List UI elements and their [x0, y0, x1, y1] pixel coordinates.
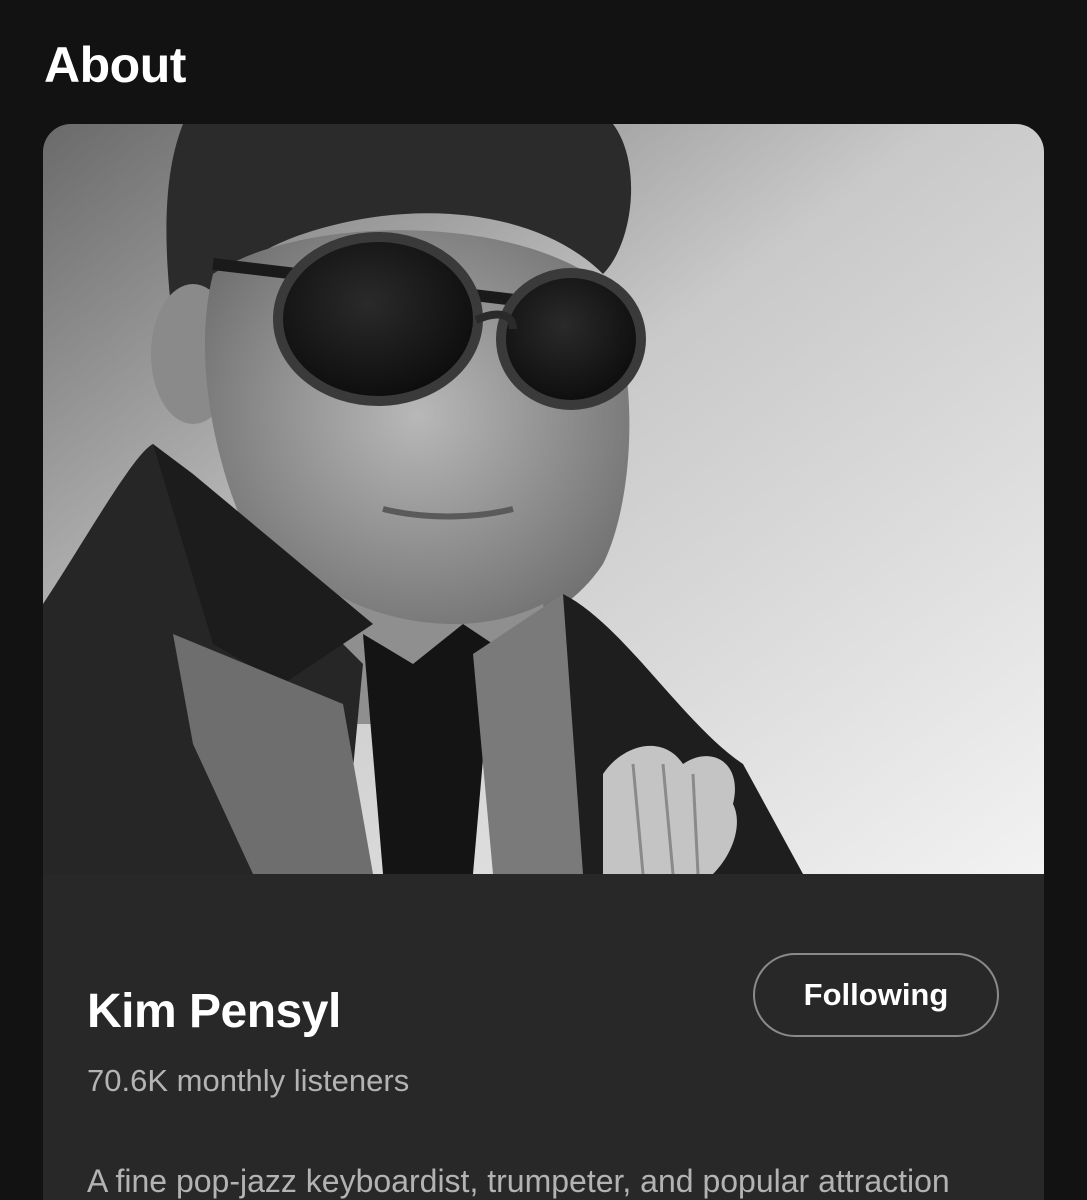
- monthly-listeners: 70.6K monthly listeners: [87, 1063, 410, 1098]
- about-page: About Kim Pensyl 70.6K monthly listeners…: [0, 0, 1087, 1200]
- artist-name[interactable]: Kim Pensyl: [87, 985, 341, 1039]
- artist-info-panel: Kim Pensyl 70.6K monthly listeners Follo…: [43, 874, 1044, 1200]
- section-title: About: [44, 37, 186, 93]
- following-button[interactable]: Following: [753, 953, 999, 1037]
- artist-photo: [43, 124, 1044, 874]
- artist-bio: A fine pop-jazz keyboardist, trumpeter, …: [87, 1163, 950, 1199]
- artist-about-card[interactable]: Kim Pensyl 70.6K monthly listeners Follo…: [43, 124, 1044, 1200]
